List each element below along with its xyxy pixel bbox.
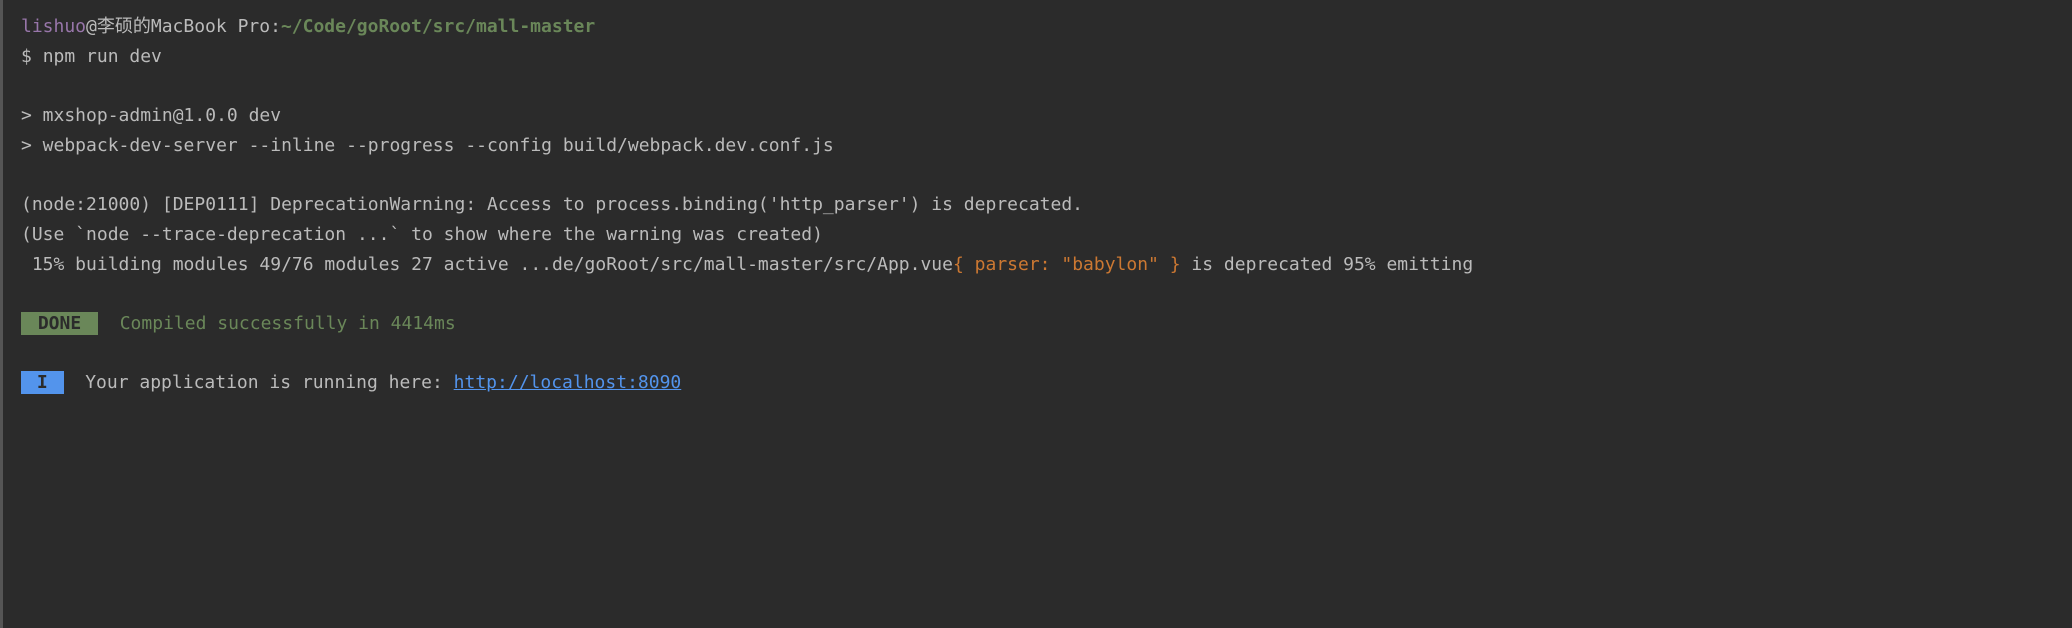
build-progress-suffix: is deprecated 95% emitting [1181,254,1474,275]
prompt-dollar: $ [21,46,43,67]
prompt-user: lishuo [21,16,86,37]
info-message: Your application is running here: [85,372,453,393]
deprecation-warning-1: (node:21000) [DEP0111] DeprecationWarnin… [21,190,2072,220]
prompt-path: ~/Code/goRoot/src/mall-master [281,16,595,37]
prompt-at: @ [86,16,97,37]
blank-line [21,71,2072,101]
build-progress-line: 15% building modules 49/76 modules 27 ac… [21,250,2072,280]
prompt-colon: : [270,16,281,37]
command-text: npm run dev [43,46,162,67]
deprecation-warning-2: (Use `node --trace-deprecation ...` to s… [21,220,2072,250]
prompt-host: 李硕的MacBook Pro [97,16,270,37]
npm-script-line-2: > webpack-dev-server --inline --progress… [21,131,2072,161]
app-url-link[interactable]: http://localhost:8090 [454,372,682,393]
blank-line [21,339,2072,369]
blank-line [21,160,2072,190]
info-badge: I [21,371,64,394]
done-badge: DONE [21,312,98,335]
npm-script-line-1: > mxshop-admin@1.0.0 dev [21,101,2072,131]
build-progress-prefix: 15% building modules 49/76 modules 27 ac… [21,254,953,275]
done-line: DONE Compiled successfully in 4414ms [21,309,2072,339]
prompt-line: lishuo@李硕的MacBook Pro:~/Code/goRoot/src/… [21,12,2072,42]
blank-line [21,279,2072,309]
done-message: Compiled successfully in 4414ms [120,313,456,334]
parser-config: { parser: "babylon" } [953,254,1181,275]
command-line: $ npm run dev [21,42,2072,72]
info-line: I Your application is running here: http… [21,368,2072,398]
